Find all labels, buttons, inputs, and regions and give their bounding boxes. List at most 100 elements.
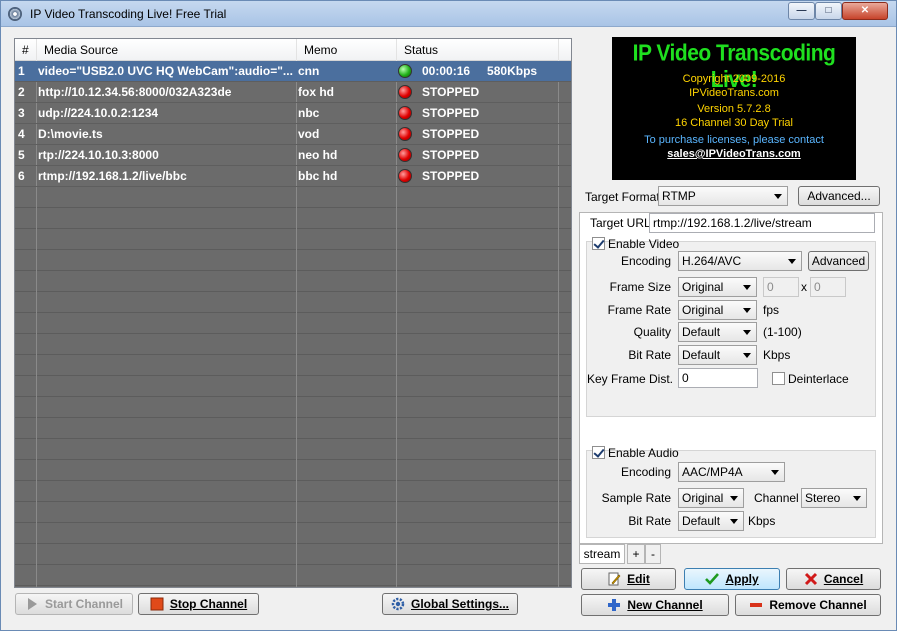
deinterlace-checkbox[interactable] [772,372,785,385]
audio-encoding-label: Encoding [620,465,671,479]
video-encoding-select[interactable]: H.264/AVC [678,251,802,271]
quality-range: (1-100) [763,325,802,339]
maximize-button[interactable]: □ [815,2,842,20]
frame-size-label: Frame Size [609,280,671,294]
enable-audio-checkbox[interactable] [592,446,605,459]
table-row[interactable]: 3 udp://224.10.0.2:1234 nbc STOPPED [15,103,571,124]
header-media-source[interactable]: Media Source [37,39,297,61]
row-status: STOPPED [398,166,558,187]
header-memo[interactable]: Memo [297,39,397,61]
table-row[interactable]: 6 rtmp://192.168.1.2/live/bbc bbc hd STO… [15,166,571,187]
video-settings-group: Enable Video Encoding H.264/AVC Advanced… [586,237,876,417]
banner-title: IP Video Transcoding Live! [632,40,836,93]
frame-rate-label: Frame Rate [607,303,671,317]
row-memo: vod [298,127,320,141]
row-status: STOPPED [398,145,558,166]
audio-encoding-select[interactable]: AAC/MP4A [678,462,785,482]
stream-settings-panel: Target URL rtmp://192.168.1.2/live/strea… [579,212,883,544]
enable-audio-label: Enable Audio [608,446,679,460]
target-format-select[interactable]: RTMP [658,186,788,206]
window-title: IP Video Transcoding Live! Free Trial [30,7,227,21]
tab-stream[interactable]: stream [579,544,625,564]
status-text: STOPPED [422,148,480,162]
apply-button[interactable]: Apply [684,568,780,590]
frame-rate-select[interactable]: Original [678,300,757,320]
row-status: STOPPED [398,82,558,103]
row-status: 00:00:16 580Kbps [398,61,558,82]
global-settings-button[interactable]: Global Settings... [382,593,518,615]
advanced-format-button[interactable]: Advanced... [798,186,880,206]
fps-unit: fps [763,303,780,317]
audio-bit-rate-label: Bit Rate [628,514,671,528]
row-num: 5 [18,148,25,162]
edit-button[interactable]: Edit [581,568,676,590]
frame-size-separator: x [801,280,807,294]
chevron-down-icon [853,496,861,501]
table-row[interactable]: 2 http://10.12.34.56:8000/032A323de fox … [15,82,571,103]
stop-channel-button[interactable]: Stop Channel [138,593,259,615]
enable-video-label: Enable Video [608,237,680,251]
frame-height-input[interactable]: 0 [810,277,846,297]
table-rows: 1 video="USB2.0 UVC HQ WebCam":audio="..… [15,61,571,187]
header-status[interactable]: Status [397,39,559,61]
new-channel-button[interactable]: New Channel [581,594,729,616]
table-header: # Media Source Memo Status [15,39,571,61]
main-window: IP Video Transcoding Live! Free Trial — … [0,0,897,631]
plus-icon [608,599,621,611]
key-frame-input[interactable]: 0 [678,368,758,388]
minus-icon [750,603,763,607]
status-bitrate: 580Kbps [487,64,538,78]
header-num[interactable]: # [15,39,37,61]
banner-license: 16 Channel 30 Day Trial [674,117,793,129]
target-url-label: Target URL [590,216,651,230]
chevron-down-icon [743,308,751,313]
audio-bit-rate-select[interactable]: Default [678,511,744,531]
sample-rate-select[interactable]: Original [678,488,744,508]
key-frame-label: Key Frame Dist. [587,372,674,386]
row-status: STOPPED [398,103,558,124]
remove-tab-button[interactable]: - [645,544,661,564]
start-channel-button[interactable]: Start Channel [15,593,133,615]
add-tab-button[interactable]: + [627,544,645,564]
row-num: 6 [18,169,25,183]
frame-size-select[interactable]: Original [678,277,757,297]
cancel-button[interactable]: Cancel [786,568,881,590]
row-num: 2 [18,85,25,99]
enable-video-checkbox[interactable] [592,237,605,250]
banner-purchase: To purchase licenses, please contact [644,134,824,146]
frame-width-input[interactable]: 0 [763,277,799,297]
minimize-button[interactable]: — [788,2,815,20]
status-stopped-icon [398,127,412,141]
table-row[interactable]: 4 D:\movie.ts vod STOPPED [15,124,571,145]
banner-email-link[interactable]: sales@IPVideoTrans.com [612,148,856,160]
product-banner: IP Video Transcoding Live! Copyright 200… [612,37,856,180]
row-num: 4 [18,127,25,141]
title-bar: IP Video Transcoding Live! Free Trial — … [1,1,896,27]
play-icon [27,598,37,610]
row-num: 1 [18,64,25,78]
stop-icon [150,597,164,611]
status-text: 00:00:16 [422,64,471,78]
row-source: rtmp://192.168.1.2/live/bbc [38,169,187,183]
chevron-down-icon [730,496,738,501]
row-source: rtp://224.10.10.3:8000 [38,148,159,162]
advanced-video-button[interactable]: Advanced [808,251,869,271]
row-source: D:\movie.ts [38,127,103,141]
row-source: video="USB2.0 UVC HQ WebCam":audio="... [38,64,293,78]
video-bit-rate-select[interactable]: Default [678,345,757,365]
audio-settings-group: Enable Audio Encoding AAC/MP4A Sample Ra… [586,446,876,538]
target-url-input[interactable]: rtmp://192.168.1.2/live/stream [649,213,875,233]
table-row[interactable]: 5 rtp://224.10.10.3:8000 neo hd STOPPED [15,145,571,166]
chevron-down-icon [774,194,782,199]
status-text: STOPPED [422,106,480,120]
remove-channel-button[interactable]: Remove Channel [735,594,881,616]
quality-select[interactable]: Default [678,322,757,342]
status-stopped-icon [398,169,412,183]
video-kbps-unit: Kbps [763,348,791,362]
banner-copyright: Copyright 2009-2016 [682,73,786,85]
status-text: STOPPED [422,85,480,99]
close-button[interactable]: ✕ [842,2,888,20]
audio-channel-select[interactable]: Stereo [801,488,867,508]
table-row[interactable]: 1 video="USB2.0 UVC HQ WebCam":audio="..… [15,61,571,82]
banner-version: Version 5.7.2.8 [697,103,771,115]
